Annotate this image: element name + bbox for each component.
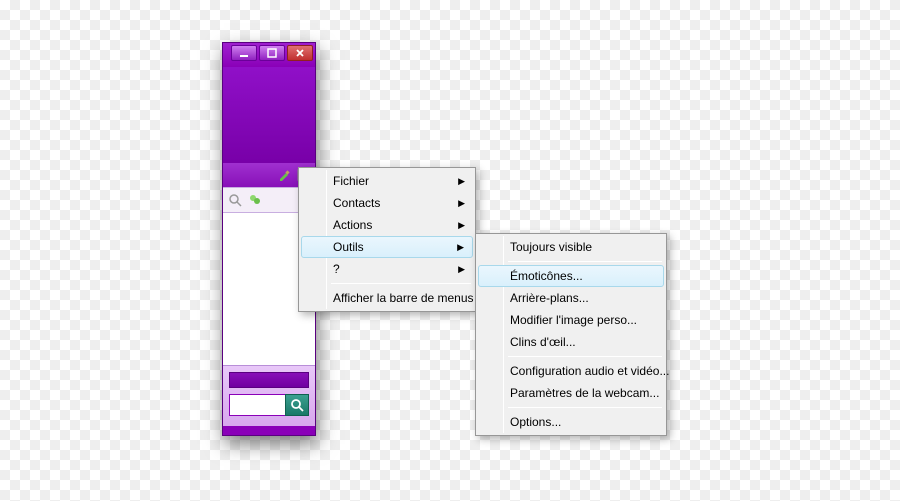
minimize-button[interactable]: [231, 45, 257, 61]
menu-separator: [508, 261, 662, 262]
menu-label: Options...: [510, 415, 561, 429]
menu-label: Clins d'œil...: [510, 335, 576, 349]
submenu-item-backgrounds[interactable]: Arrière-plans...: [478, 287, 664, 309]
submenu-item-webcam-settings[interactable]: Paramètres de la webcam...: [478, 382, 664, 404]
submenu-arrow-icon: ▶: [457, 242, 464, 253]
minimize-icon: [239, 48, 249, 58]
menu-label: Toujours visible: [510, 240, 592, 254]
footer-search-button[interactable]: [285, 394, 309, 416]
menu-label: Outils: [333, 240, 364, 254]
menu-label: Actions: [333, 218, 372, 232]
titlebar: [223, 43, 315, 67]
maximize-icon: [267, 48, 277, 58]
search-go-icon: [291, 399, 304, 412]
menu-label: Afficher la barre de menus: [333, 291, 474, 305]
menu-label: Configuration audio et vidéo...: [510, 364, 669, 378]
tools-submenu: Toujours visible Émoticônes... Arrière-p…: [475, 233, 667, 436]
window-footer: [223, 365, 315, 426]
search-icon[interactable]: [229, 194, 242, 207]
menu-item-contacts[interactable]: Contacts ▶: [301, 192, 473, 214]
submenu-item-audio-video-config[interactable]: Configuration audio et vidéo...: [478, 360, 664, 382]
menu-separator: [508, 407, 662, 408]
brush-icon[interactable]: [277, 168, 291, 182]
menu-item-help[interactable]: ? ▶: [301, 258, 473, 280]
close-icon: [295, 48, 305, 58]
close-button[interactable]: [287, 45, 313, 61]
submenu-item-always-visible[interactable]: Toujours visible: [478, 236, 664, 258]
submenu-arrow-icon: ▶: [458, 220, 465, 231]
menu-separator: [331, 283, 471, 284]
menu-label: Paramètres de la webcam...: [510, 386, 659, 400]
submenu-item-options[interactable]: Options...: [478, 411, 664, 433]
menu-item-show-menubar[interactable]: Afficher la barre de menus: [301, 287, 473, 309]
submenu-item-modify-display-pic[interactable]: Modifier l'image perso...: [478, 309, 664, 331]
menu-label: Fichier: [333, 174, 369, 188]
submenu-item-emoticons[interactable]: Émoticônes...: [478, 265, 664, 287]
main-menu: Fichier ▶ Contacts ▶ Actions ▶ Outils ▶ …: [298, 167, 476, 312]
menu-label: ?: [333, 262, 340, 276]
menu-label: Émoticônes...: [510, 269, 583, 283]
maximize-button[interactable]: [259, 45, 285, 61]
submenu-arrow-icon: ▶: [458, 198, 465, 209]
menu-label: Contacts: [333, 196, 380, 210]
ad-banner[interactable]: [229, 372, 309, 388]
presence-icon[interactable]: [248, 193, 262, 207]
menu-item-actions[interactable]: Actions ▶: [301, 214, 473, 236]
menu-separator: [508, 356, 662, 357]
menu-label: Arrière-plans...: [510, 291, 589, 305]
menu-label: Modifier l'image perso...: [510, 313, 637, 327]
footer-search: [229, 394, 309, 416]
menu-item-outils[interactable]: Outils ▶: [301, 236, 473, 258]
submenu-item-winks[interactable]: Clins d'œil...: [478, 331, 664, 353]
submenu-arrow-icon: ▶: [458, 176, 465, 187]
submenu-arrow-icon: ▶: [458, 264, 465, 275]
menu-item-fichier[interactable]: Fichier ▶: [301, 170, 473, 192]
window-header: [223, 67, 315, 163]
footer-search-input[interactable]: [229, 394, 285, 416]
